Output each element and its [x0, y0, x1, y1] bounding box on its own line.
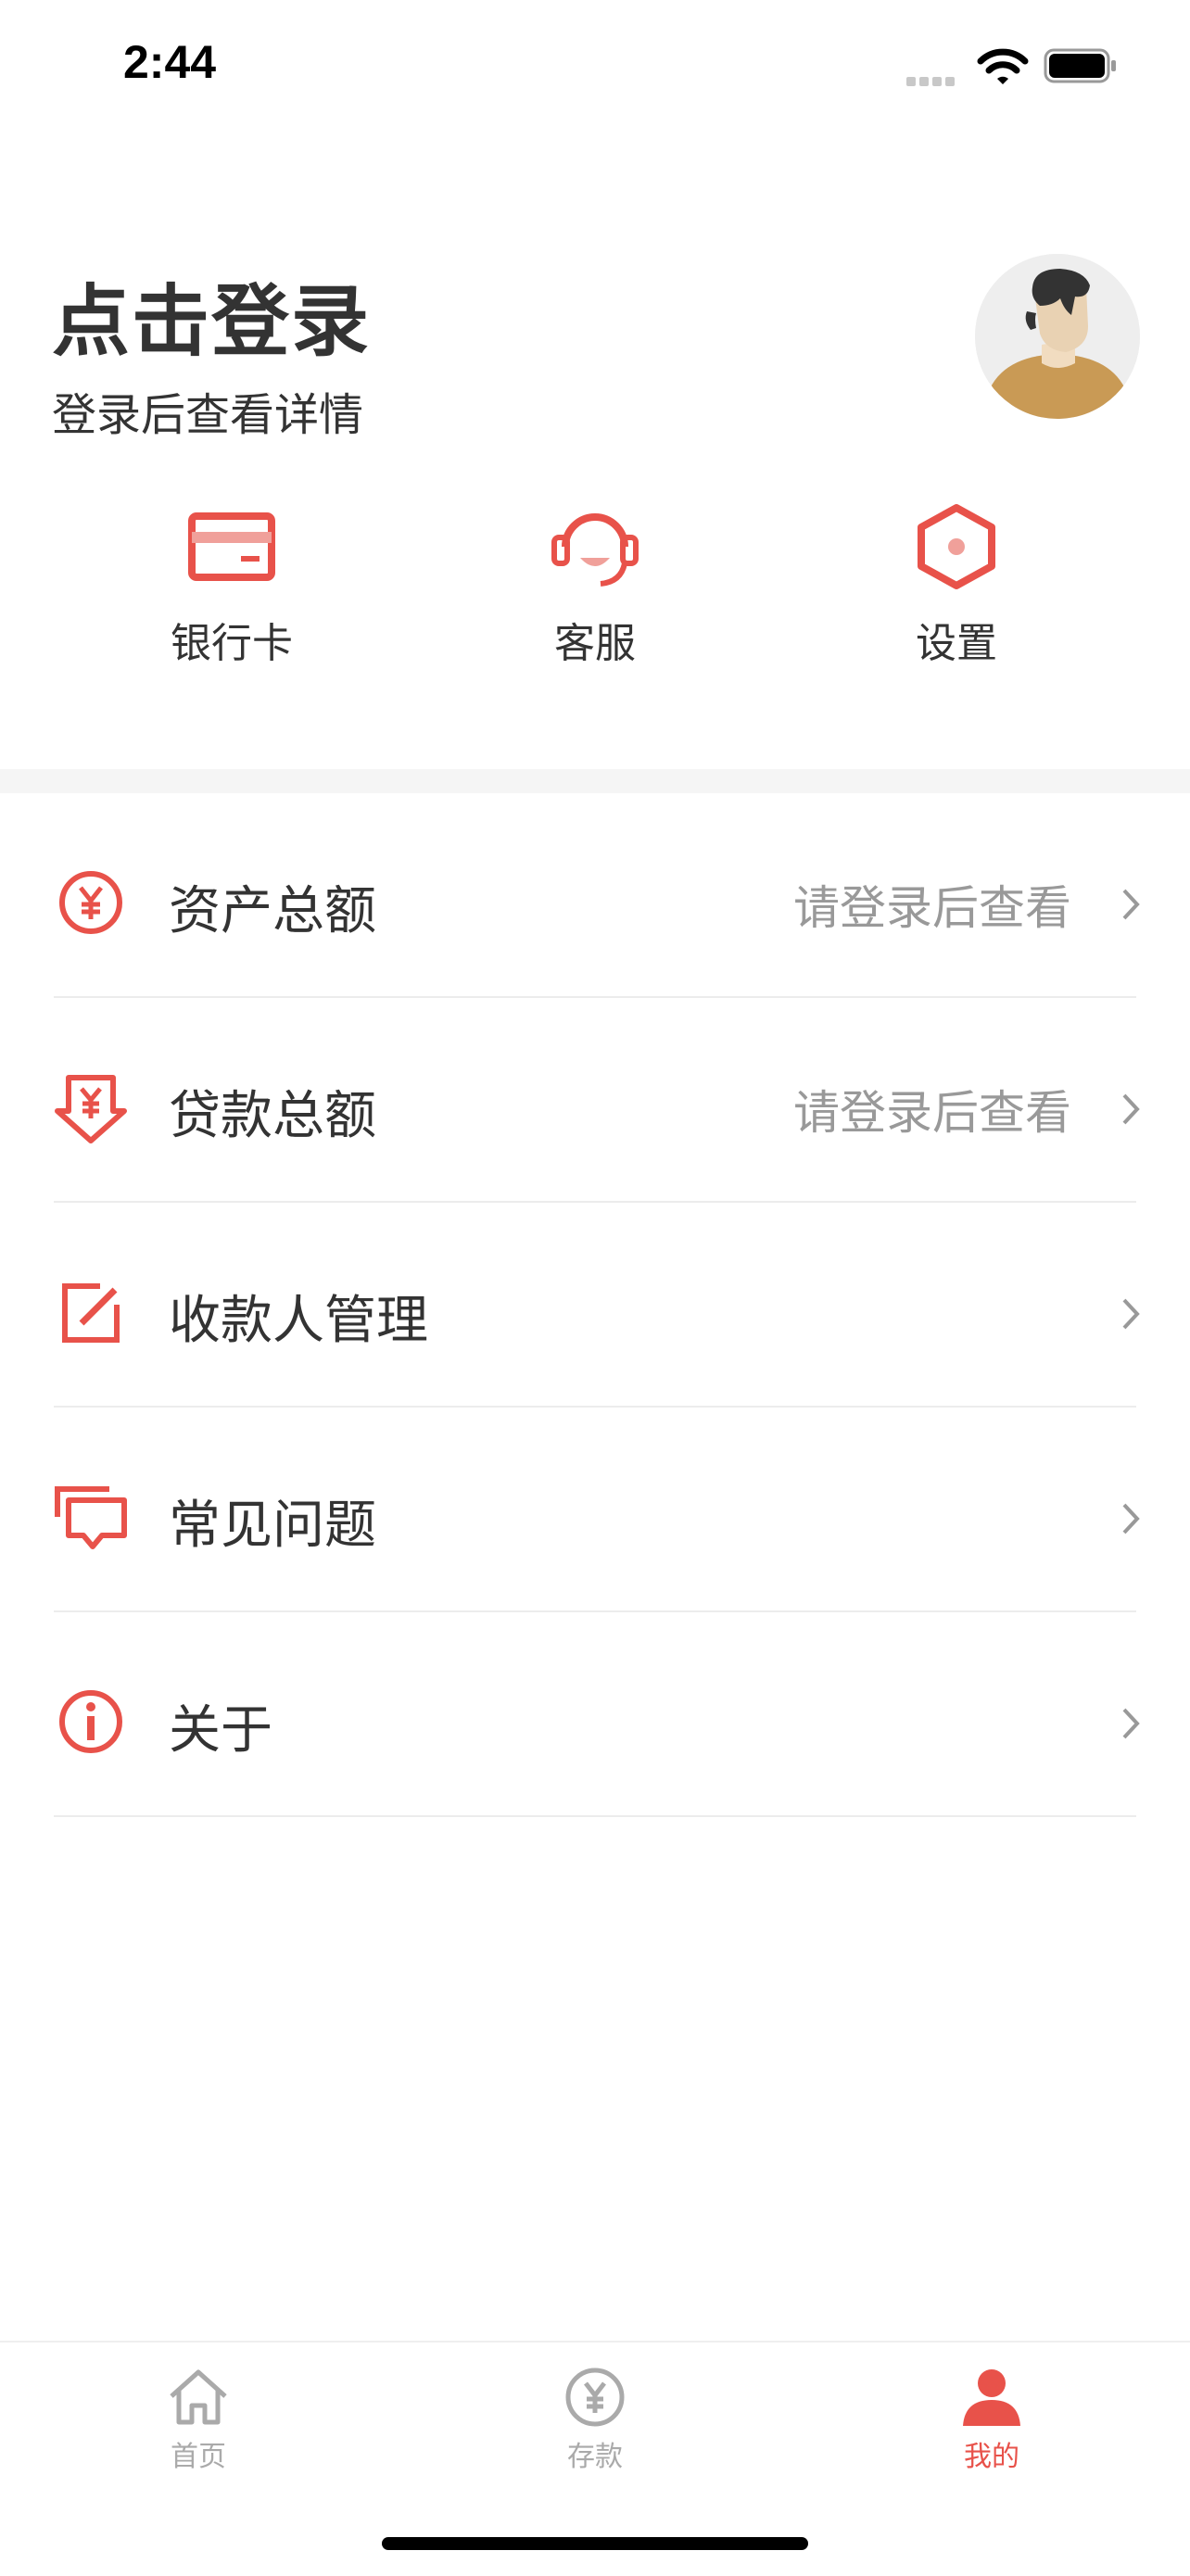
- menu-item-total-assets[interactable]: 资产总额 请登录后查看: [0, 793, 1190, 998]
- battery-icon: [1044, 48, 1116, 83]
- settings-hexagon-icon: [918, 504, 995, 589]
- shortcut-label: 设置: [916, 620, 997, 667]
- menu-item-label: 贷款总额: [169, 1086, 376, 1146]
- profile-header[interactable]: 点击登录 登录后查看详情: [0, 241, 1190, 463]
- chevron-right-icon: [1122, 1708, 1140, 1739]
- tab-label: 存款: [567, 2441, 623, 2473]
- menu-list: 资产总额 请登录后查看 贷款总额 请登录后查看 收款人管理 常见问题 关于: [0, 793, 1190, 1817]
- loan-arrow-icon: [55, 1075, 127, 1143]
- home-indicator[interactable]: [382, 2537, 808, 2550]
- edit-icon: [62, 1283, 120, 1343]
- menu-item-label: 关于: [169, 1700, 272, 1761]
- user-icon: [963, 2369, 1020, 2426]
- chevron-right-icon: [1122, 1298, 1140, 1330]
- status-time: 2:44: [123, 36, 217, 88]
- shortcut-label: 银行卡: [171, 620, 293, 667]
- menu-item-payee-management[interactable]: 收款人管理: [0, 1203, 1190, 1408]
- menu-item-label: 常见问题: [169, 1496, 376, 1556]
- wifi-icon: [977, 48, 1029, 84]
- menu-item-label: 收款人管理: [169, 1291, 428, 1351]
- tab-label: 我的: [964, 2441, 1019, 2473]
- menu-item-about[interactable]: 关于: [0, 1612, 1190, 1817]
- menu-item-label: 资产总额: [169, 881, 376, 941]
- tab-mine[interactable]: 我的: [871, 2365, 1112, 2474]
- menu-item-hint: 请登录后查看: [793, 881, 1071, 935]
- menu-item-faq[interactable]: 常见问题: [0, 1408, 1190, 1612]
- yuan-circle-icon: [59, 871, 122, 934]
- login-title[interactable]: 点击登录: [52, 259, 371, 372]
- menu-item-hint: 请登录后查看: [793, 1086, 1071, 1140]
- info-icon: [59, 1690, 122, 1753]
- status-bar: 2:44: [0, 0, 1190, 130]
- tab-deposits[interactable]: 存款: [475, 2365, 715, 2474]
- chevron-right-icon: [1122, 889, 1140, 920]
- chevron-right-icon: [1122, 1503, 1140, 1534]
- bank-card-icon: [188, 512, 275, 581]
- menu-separator: [54, 1815, 1136, 1817]
- shortcut-settings[interactable]: 设置: [808, 500, 1105, 704]
- home-icon: [170, 2369, 227, 2425]
- chevron-right-icon: [1122, 1093, 1140, 1125]
- avatar-person-icon: [975, 254, 1140, 419]
- headset-icon: [551, 513, 639, 587]
- cellular-signal-icon: [906, 72, 958, 90]
- tab-label: 首页: [171, 2441, 226, 2473]
- login-subtitle: 登录后查看详情: [52, 389, 364, 441]
- section-divider: [0, 769, 1190, 793]
- avatar[interactable]: [975, 254, 1140, 419]
- shortcut-customer-service[interactable]: 客服: [447, 500, 743, 704]
- yuan-tab-icon: [565, 2368, 625, 2427]
- chat-bubbles-icon: [55, 1486, 127, 1549]
- shortcut-bank-card[interactable]: 银行卡: [83, 500, 380, 704]
- shortcut-row: 银行卡 客服 设置: [0, 500, 1190, 704]
- menu-item-total-loans[interactable]: 贷款总额 请登录后查看: [0, 998, 1190, 1203]
- tab-home[interactable]: 首页: [78, 2365, 319, 2474]
- shortcut-label: 客服: [554, 620, 636, 667]
